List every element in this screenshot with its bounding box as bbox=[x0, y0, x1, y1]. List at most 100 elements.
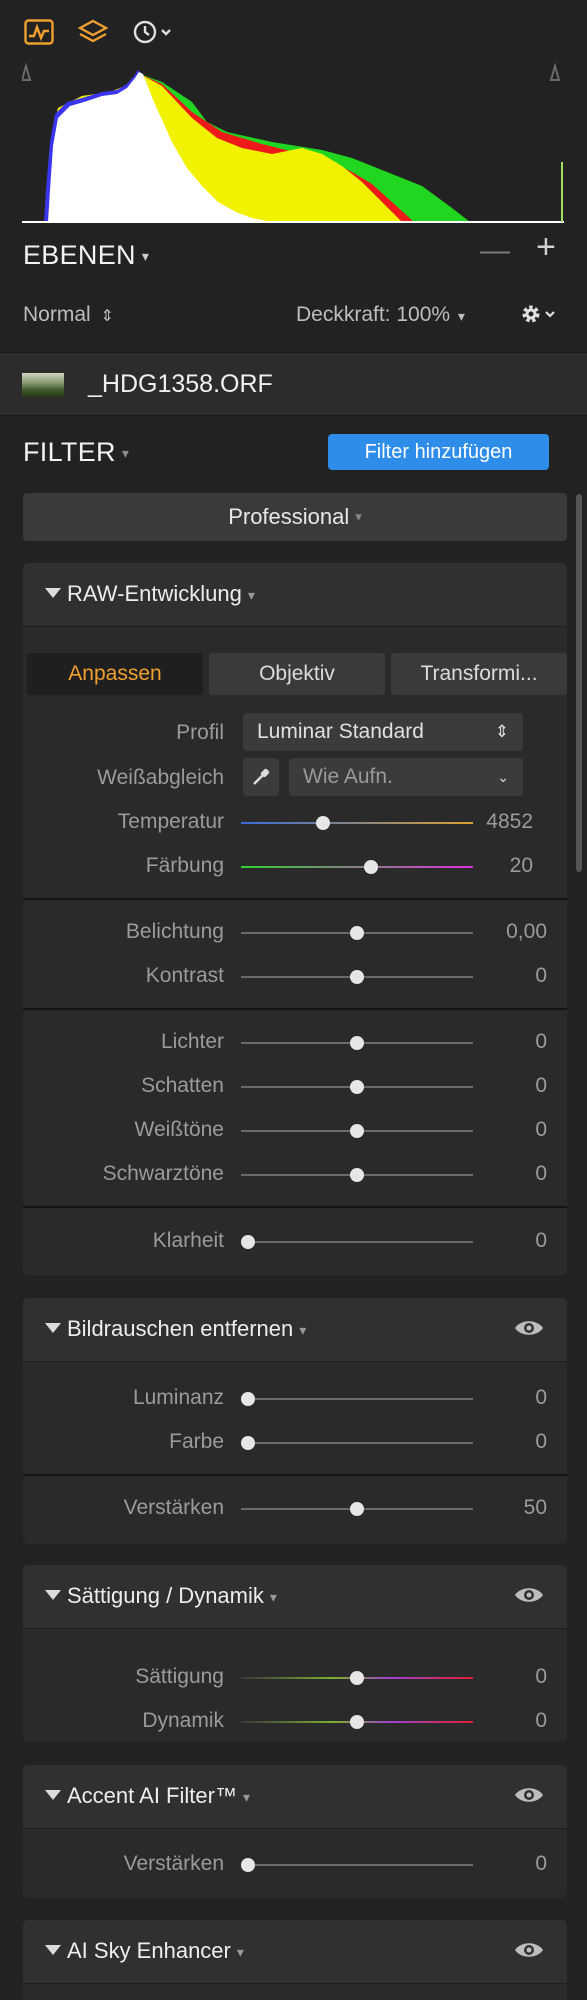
exposure-value[interactable]: 0,00 bbox=[477, 920, 547, 944]
eyedropper-button[interactable] bbox=[243, 758, 279, 796]
highlights-label: Lichter bbox=[160, 1030, 224, 1053]
vibrance-slider[interactable] bbox=[241, 1715, 473, 1729]
vibrance-knob[interactable] bbox=[350, 1715, 364, 1729]
saturation-value[interactable]: 0 bbox=[477, 1665, 547, 1689]
luminance-slider[interactable] bbox=[241, 1392, 473, 1406]
filter-title[interactable]: FILTER ▾ bbox=[23, 437, 129, 468]
white-balance-select[interactable]: Wie Aufn. ⌄ bbox=[289, 758, 523, 796]
noise-panel-header[interactable]: Bildrauschen entfernen ▾ bbox=[23, 1298, 567, 1362]
whites-value[interactable]: 0 bbox=[477, 1118, 547, 1142]
accent-panel-header[interactable]: Accent AI Filter™ ▾ bbox=[23, 1765, 567, 1829]
highlights-knob[interactable] bbox=[350, 1036, 364, 1050]
layer-settings-button[interactable] bbox=[518, 300, 562, 333]
layer-name: _HDG1358.ORF bbox=[88, 370, 273, 398]
contrast-label: Kontrast bbox=[145, 964, 224, 987]
tab-anpassen[interactable]: Anpassen bbox=[27, 653, 203, 695]
profile-select[interactable]: Luminar Standard ⇕ bbox=[243, 713, 523, 751]
noise-boost-knob[interactable] bbox=[350, 1502, 364, 1516]
raw-panel-title: RAW-Entwicklung ▾ bbox=[45, 581, 255, 607]
saturation-knob[interactable] bbox=[350, 1671, 364, 1685]
accent-boost-knob[interactable] bbox=[241, 1858, 255, 1872]
chevron-down-icon: ▾ bbox=[236, 1943, 244, 1960]
clarity-knob[interactable] bbox=[241, 1235, 255, 1249]
collapse-triangle-icon bbox=[45, 588, 61, 599]
tab-objektiv[interactable]: Objektiv bbox=[209, 653, 385, 695]
blend-mode-select[interactable]: Normal ⇕ bbox=[23, 303, 114, 327]
updown-icon: ⇕ bbox=[100, 308, 114, 325]
updown-icon: ⇕ bbox=[494, 722, 509, 741]
tint-slider[interactable] bbox=[241, 860, 473, 874]
layer-thumbnail bbox=[22, 373, 64, 397]
exposure-knob[interactable] bbox=[350, 926, 364, 940]
shadows-slider[interactable] bbox=[241, 1080, 473, 1094]
noise-panel-title: Bildrauschen entfernen ▾ bbox=[45, 1316, 306, 1342]
shadows-knob[interactable] bbox=[350, 1080, 364, 1094]
histogram-icon[interactable] bbox=[24, 14, 54, 50]
blacks-value[interactable]: 0 bbox=[477, 1162, 547, 1186]
noise-boost-value[interactable]: 50 bbox=[477, 1496, 547, 1520]
temperature-value[interactable]: 4852 bbox=[463, 810, 533, 834]
collapse-triangle-icon bbox=[45, 1590, 61, 1601]
exposure-slider[interactable] bbox=[241, 926, 473, 940]
accent-ai-panel: Accent AI Filter™ ▾ Verstärken 0 bbox=[23, 1765, 567, 1898]
blacks-slider[interactable] bbox=[241, 1168, 473, 1182]
contrast-value[interactable]: 0 bbox=[477, 964, 547, 988]
sky-panel-header[interactable]: AI Sky Enhancer ▾ bbox=[23, 1920, 567, 1984]
clarity-slider[interactable] bbox=[241, 1235, 473, 1249]
whites-slider[interactable] bbox=[241, 1124, 473, 1138]
chevron-down-icon: ▾ bbox=[242, 1788, 250, 1805]
sky-title-text: AI Sky Enhancer bbox=[67, 1938, 231, 1963]
ai-sky-enhancer-panel: AI Sky Enhancer ▾ bbox=[23, 1920, 567, 2000]
workspace-select[interactable]: Professional ▾ bbox=[23, 493, 567, 541]
remove-layer-button[interactable]: — bbox=[480, 234, 510, 268]
color-noise-label: Farbe bbox=[169, 1430, 224, 1453]
temperature-slider[interactable] bbox=[241, 816, 473, 830]
saturation-slider[interactable] bbox=[241, 1671, 473, 1685]
blacks-knob[interactable] bbox=[350, 1168, 364, 1182]
luminance-label: Luminanz bbox=[132, 1386, 224, 1409]
eye-icon[interactable] bbox=[513, 1940, 545, 1960]
history-icon[interactable] bbox=[132, 14, 176, 50]
tab-transform[interactable]: Transformi... bbox=[391, 653, 567, 695]
highlights-value[interactable]: 0 bbox=[477, 1030, 547, 1054]
opacity-select[interactable]: Deckkraft: 100% ▾ bbox=[296, 303, 465, 327]
raw-panel-header[interactable]: RAW-Entwicklung ▾ bbox=[23, 563, 567, 627]
layers-icon[interactable] bbox=[78, 14, 108, 50]
scrollbar-thumb[interactable] bbox=[576, 494, 582, 872]
chevron-down-icon: ▾ bbox=[141, 248, 150, 265]
saturation-panel-header[interactable]: Sättigung / Dynamik ▾ bbox=[23, 1565, 567, 1629]
add-filter-button[interactable]: Filter hinzufügen bbox=[328, 434, 549, 470]
shadows-value[interactable]: 0 bbox=[477, 1074, 547, 1098]
filters-sidebar: EBENEN ▾ — + Normal ⇕ Deckkraft: 100% ▾ _… bbox=[0, 0, 587, 2000]
color-noise-slider[interactable] bbox=[241, 1436, 473, 1450]
eye-icon[interactable] bbox=[513, 1585, 545, 1605]
chevron-down-icon: ▾ bbox=[269, 1588, 277, 1605]
contrast-knob[interactable] bbox=[350, 970, 364, 984]
saturation-vibrance-panel: Sättigung / Dynamik ▾ Sättigung 0 Dynamik… bbox=[23, 1565, 567, 1742]
layers-title[interactable]: EBENEN ▾ bbox=[23, 240, 149, 271]
whites-knob[interactable] bbox=[350, 1124, 364, 1138]
luminance-value[interactable]: 0 bbox=[477, 1386, 547, 1410]
accent-boost-label: Verstärken bbox=[123, 1852, 224, 1875]
eye-icon[interactable] bbox=[513, 1318, 545, 1338]
layer-row[interactable]: _HDG1358.ORF bbox=[0, 352, 587, 416]
raw-development-panel: RAW-Entwicklung ▾ Anpassen Objektiv Trans… bbox=[23, 563, 567, 1275]
vibrance-value[interactable]: 0 bbox=[477, 1709, 547, 1733]
temperature-knob[interactable] bbox=[316, 816, 330, 830]
clarity-value[interactable]: 0 bbox=[477, 1229, 547, 1253]
highlights-slider[interactable] bbox=[241, 1036, 473, 1050]
chevron-down-icon: ▾ bbox=[457, 308, 465, 324]
accent-panel-title: Accent AI Filter™ ▾ bbox=[45, 1783, 250, 1809]
add-layer-button[interactable]: + bbox=[536, 228, 556, 267]
tint-knob[interactable] bbox=[364, 860, 378, 874]
contrast-slider[interactable] bbox=[241, 970, 473, 984]
tint-value[interactable]: 20 bbox=[463, 854, 533, 878]
accent-boost-value[interactable]: 0 bbox=[477, 1852, 547, 1876]
section-divider bbox=[23, 1206, 567, 1208]
color-noise-value[interactable]: 0 bbox=[477, 1430, 547, 1454]
color-noise-knob[interactable] bbox=[241, 1436, 255, 1450]
luminance-knob[interactable] bbox=[241, 1392, 255, 1406]
eye-icon[interactable] bbox=[513, 1785, 545, 1805]
accent-boost-slider[interactable] bbox=[241, 1858, 473, 1872]
noise-boost-slider[interactable] bbox=[241, 1502, 473, 1516]
